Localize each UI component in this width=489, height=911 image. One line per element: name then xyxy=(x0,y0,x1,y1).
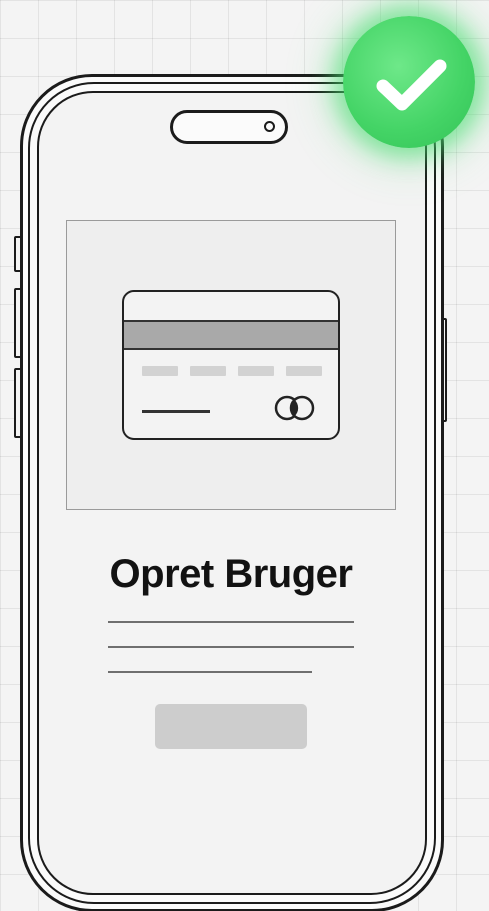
text-placeholder-line xyxy=(108,671,312,673)
card-brand-logo-icon xyxy=(274,395,315,421)
text-placeholder-line xyxy=(108,621,354,623)
submit-button[interactable] xyxy=(155,704,307,749)
page-title: Opret Bruger xyxy=(109,552,353,596)
text-placeholder-line xyxy=(108,646,354,648)
phone-notch xyxy=(170,110,288,144)
card-number-block xyxy=(238,366,274,376)
checkmark-icon xyxy=(343,16,475,148)
camera-icon xyxy=(264,121,275,132)
credit-card-icon xyxy=(122,290,340,440)
card-name-line xyxy=(142,410,210,413)
card-number-block xyxy=(286,366,322,376)
card-number-block xyxy=(190,366,226,376)
card-number-block xyxy=(142,366,178,376)
card-magnetic-stripe xyxy=(124,320,338,350)
